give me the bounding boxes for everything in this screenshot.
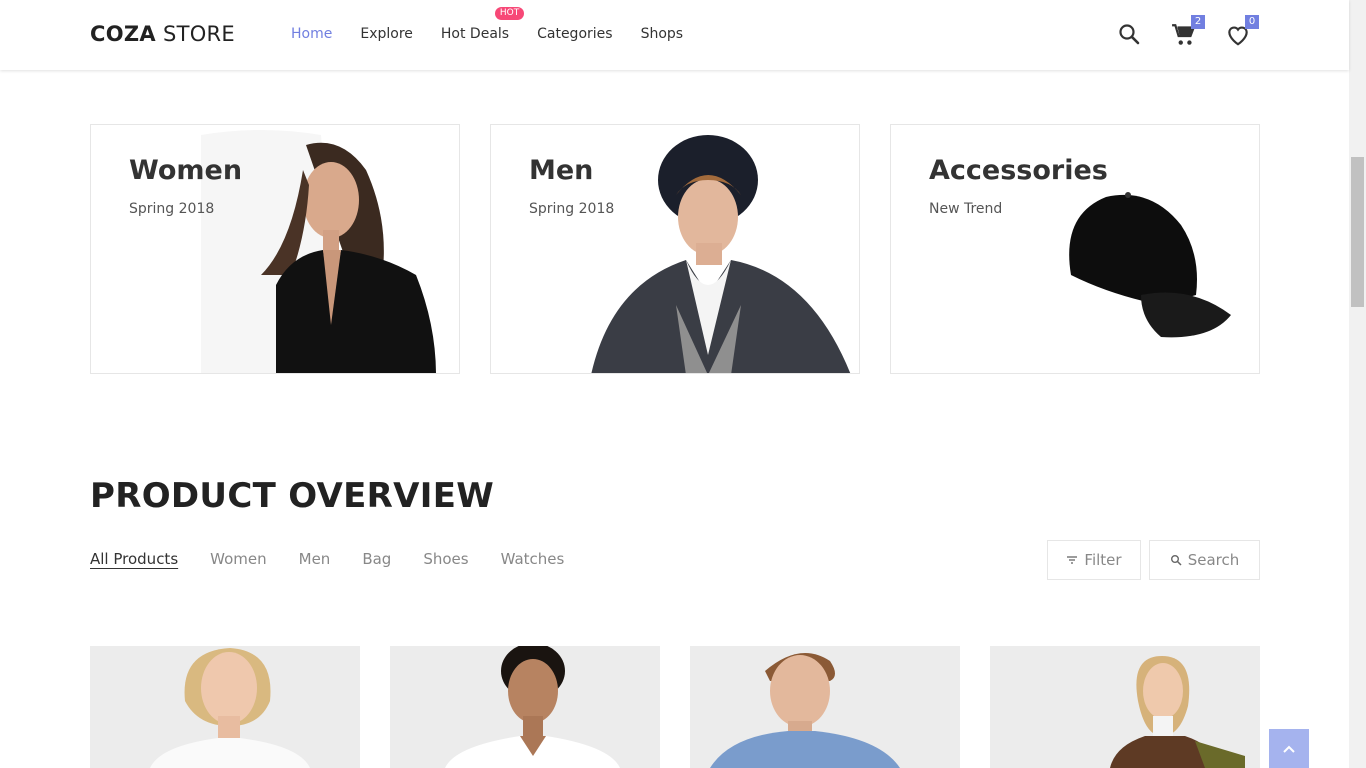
product-image xyxy=(710,653,900,768)
wishlist-button[interactable]: 0 xyxy=(1225,15,1259,48)
hot-badge: HOT xyxy=(494,7,525,20)
banner-subtitle: Spring 2018 xyxy=(129,201,215,217)
tab-watches[interactable]: Watches xyxy=(501,550,565,568)
nav-hot-deals-label: Hot Deals xyxy=(440,26,510,42)
filter-tabs: All Products Women Men Bag Shoes Watches xyxy=(90,550,596,568)
banner-women[interactable]: Women Spring 2018 xyxy=(90,124,460,374)
logo-bold: COZA xyxy=(90,22,156,46)
product-image xyxy=(445,646,620,768)
back-to-top-button[interactable] xyxy=(1269,729,1309,768)
cart-count: 2 xyxy=(1191,15,1205,29)
banner-title: Men xyxy=(529,155,594,186)
logo-light: STORE xyxy=(162,22,235,46)
tab-all-products[interactable]: All Products xyxy=(90,550,178,568)
filter-button[interactable]: Filter xyxy=(1047,540,1141,580)
banner-title: Women xyxy=(129,155,243,186)
nav-explore[interactable]: Explore xyxy=(360,26,413,42)
product-card[interactable] xyxy=(990,646,1260,768)
product-image xyxy=(1110,656,1245,768)
search-icon xyxy=(1170,555,1182,566)
logo[interactable]: COZA STORE xyxy=(90,22,235,46)
banner-title: Accessories xyxy=(929,155,1108,186)
tab-bag[interactable]: Bag xyxy=(362,550,391,568)
banner-men[interactable]: Men Spring 2018 xyxy=(490,124,860,374)
filter-icon xyxy=(1067,556,1078,564)
product-card[interactable] xyxy=(690,646,960,768)
scrollbar-thumb[interactable] xyxy=(1351,157,1364,307)
search-icon[interactable] xyxy=(1117,22,1143,48)
nav-hot-deals[interactable]: Hot Deals HOT xyxy=(440,7,525,42)
product-card[interactable] xyxy=(90,646,360,768)
search-label: Search xyxy=(1187,551,1240,569)
banner-subtitle: New Trend xyxy=(929,201,1003,217)
tab-shoes[interactable]: Shoes xyxy=(423,550,468,568)
nav-shops[interactable]: Shops xyxy=(641,26,684,42)
nav-categories[interactable]: Categories xyxy=(537,26,612,42)
chevron-up-icon xyxy=(1283,745,1295,753)
filter-label: Filter xyxy=(1084,551,1122,569)
product-card[interactable] xyxy=(390,646,660,768)
section-title: PRODUCT OVERVIEW xyxy=(90,476,495,516)
tab-women[interactable]: Women xyxy=(210,550,266,568)
cart-button[interactable]: 2 xyxy=(1171,15,1205,48)
banner-accessories[interactable]: Accessories New Trend xyxy=(890,124,1260,374)
wishlist-count: 0 xyxy=(1245,15,1259,29)
nav-home[interactable]: Home xyxy=(291,26,332,42)
main-nav: Home Explore Hot Deals HOT Categories Sh… xyxy=(291,7,711,42)
site-header: COZA STORE Home Explore Hot Deals HOT Ca… xyxy=(0,0,1349,70)
banner-subtitle: Spring 2018 xyxy=(529,201,615,217)
product-image xyxy=(150,648,310,768)
tab-men[interactable]: Men xyxy=(299,550,331,568)
search-button[interactable]: Search xyxy=(1149,540,1260,580)
scrollbar[interactable] xyxy=(1349,0,1366,768)
